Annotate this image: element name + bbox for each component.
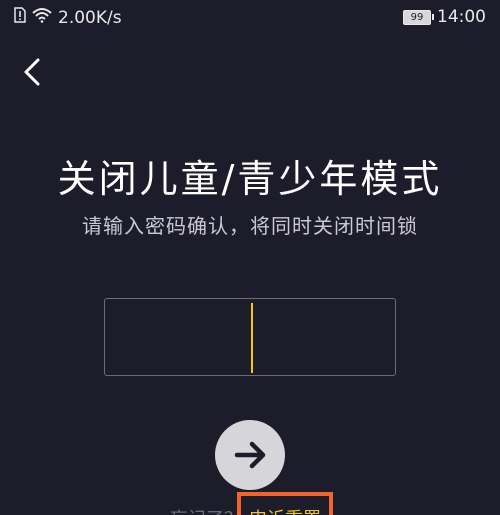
network-speed: 2.00K/s	[58, 7, 122, 28]
arrow-right-icon	[234, 441, 266, 469]
status-right: 99 14:00	[403, 7, 486, 27]
forgot-password-text: 忘记了？	[170, 505, 242, 515]
sim-alert-icon	[14, 7, 26, 28]
chevron-left-icon	[24, 58, 40, 86]
battery-icon: 99	[403, 9, 434, 25]
password-input[interactable]	[104, 298, 396, 376]
footer: 忘记了？ 申诉重置	[0, 492, 500, 515]
next-button[interactable]	[215, 420, 285, 490]
text-cursor	[251, 303, 253, 373]
clock: 14:00	[437, 7, 486, 27]
status-bar: 2.00K/s 99 14:00	[0, 0, 500, 34]
battery-level: 99	[410, 11, 424, 23]
appeal-reset-label: 申诉重置	[249, 505, 321, 515]
page-title: 关闭儿童/青少年模式	[57, 157, 443, 201]
wifi-icon	[32, 7, 52, 28]
back-button[interactable]	[14, 52, 50, 92]
appeal-reset-link[interactable]: 申诉重置	[237, 492, 333, 515]
page-subtitle: 请输入密码确认，将同时关闭时间锁	[82, 214, 418, 238]
status-left: 2.00K/s	[14, 7, 122, 28]
